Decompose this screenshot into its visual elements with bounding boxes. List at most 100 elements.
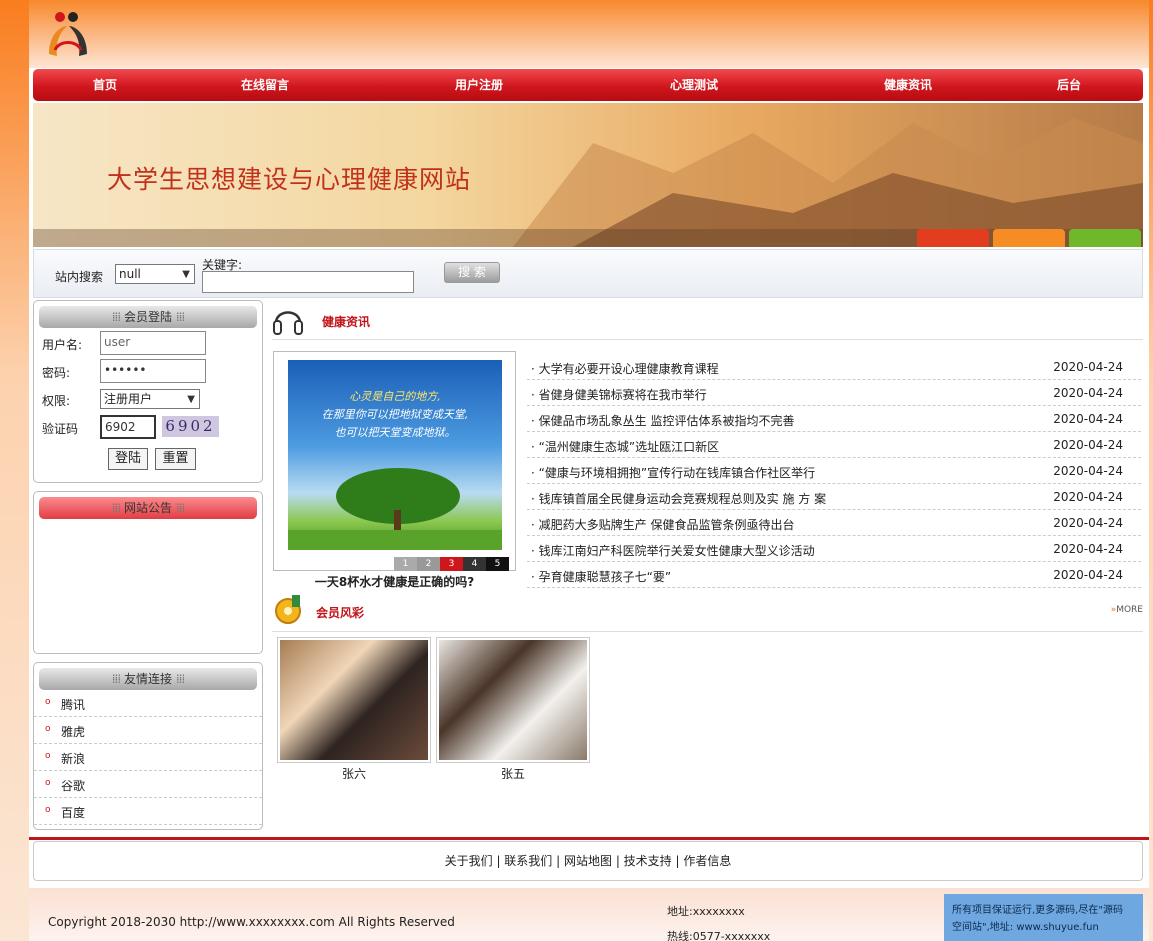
banner: 大学生思想建设与心理健康网站 bbox=[33, 103, 1143, 247]
login-button[interactable]: 登陆 bbox=[108, 448, 148, 470]
news-title[interactable]: · “温州健康生态城”选址瓯江口新区 bbox=[531, 438, 719, 455]
news-row[interactable]: · 减肥药大多贴牌生产 保健食品监管条例亟待出台 2020-04-24 bbox=[527, 510, 1141, 536]
footer-links: 关于我们 | 联系我们 | 网站地图 | 技术支持 | 作者信息 bbox=[33, 841, 1143, 881]
news-row[interactable]: · 保健品市场乱象丛生 监控评估体系被指均不完善 2020-04-24 bbox=[527, 406, 1141, 432]
slide-page-button[interactable]: 5 bbox=[486, 557, 509, 571]
notice-box-title: ⁞⁞⁞ 网站公告 ⁞⁞⁞ bbox=[39, 497, 257, 519]
source-ad-box[interactable]: 所有项目保证运行,更多源码,尽在"源码 空间站",地址: www.shuyue.… bbox=[944, 894, 1143, 941]
footer-divider bbox=[29, 837, 1149, 840]
news-date: 2020-04-24 bbox=[1053, 412, 1123, 426]
address-value: xxxxxxxx bbox=[692, 905, 745, 918]
news-title[interactable]: · 孕育健康聪慧孩子七“要” bbox=[531, 568, 671, 585]
keyword-input[interactable] bbox=[202, 271, 414, 293]
news-date: 2020-04-24 bbox=[1053, 490, 1123, 504]
page: 首页 在线留言 用户注册 心理测试 健康资讯 后台 大学生思想建设与心理健康网站… bbox=[29, 0, 1149, 941]
search-scope-value: null bbox=[119, 267, 141, 281]
search-button[interactable]: 搜 索 bbox=[444, 262, 500, 283]
news-title[interactable]: · 省健身健美锦标赛将在我市举行 bbox=[531, 386, 707, 403]
news-row[interactable]: · 省健身健美锦标赛将在我市举行 2020-04-24 bbox=[527, 380, 1141, 406]
username-input[interactable]: user bbox=[100, 331, 206, 355]
dots-icon: ⁞⁞⁞ bbox=[111, 310, 122, 324]
friend-link[interactable]: o 谷歌 bbox=[34, 771, 262, 798]
chevron-down-icon: ▼ bbox=[182, 269, 190, 280]
password-input[interactable]: •••••• bbox=[100, 359, 206, 383]
password-label: 密码: bbox=[42, 366, 71, 380]
news-row[interactable]: · 钱库江南妇产科医院举行关爱女性健康大型义诊活动 2020-04-24 bbox=[527, 536, 1141, 562]
nav-health-news[interactable]: 健康资讯 bbox=[884, 69, 932, 101]
news-row[interactable]: · “温州健康生态城”选址瓯江口新区 2020-04-24 bbox=[527, 432, 1141, 458]
feature-slideshow[interactable]: 心灵是自己的地方, 在那里你可以把地狱变成天堂, 也可以把天堂变成地狱。 1 2… bbox=[273, 351, 516, 571]
health-news-header: 健康资讯 bbox=[272, 300, 1143, 340]
friend-link-label[interactable]: 新浪 bbox=[61, 750, 85, 767]
feature-caption[interactable]: 一天8杯水才健康是正确的吗? bbox=[273, 573, 516, 590]
nav-home[interactable]: 首页 bbox=[93, 69, 117, 101]
news-row[interactable]: · 孕育健康聪慧孩子七“要” 2020-04-24 bbox=[527, 562, 1141, 588]
slide-page-button[interactable]: 4 bbox=[463, 557, 486, 571]
friend-link-label[interactable]: 雅虎 bbox=[61, 723, 85, 740]
site-search-label: 站内搜索 bbox=[55, 270, 104, 284]
footer-link-about[interactable]: 关于我们 bbox=[445, 854, 493, 868]
login-title-text: 会员登陆 bbox=[123, 310, 172, 324]
bullet-icon: o bbox=[45, 805, 51, 815]
footer-separator: | bbox=[492, 854, 505, 868]
nav-admin[interactable]: 后台 bbox=[1057, 69, 1081, 101]
notice-box: ⁞⁞⁞ 网站公告 ⁞⁞⁞ bbox=[33, 491, 263, 654]
banner-tab-green bbox=[1069, 229, 1141, 247]
more-link-label[interactable]: MORE bbox=[1116, 605, 1143, 615]
member-name[interactable]: 张六 bbox=[277, 765, 431, 782]
slide-page-button[interactable]: 3 bbox=[440, 557, 463, 571]
members-title[interactable]: 会员风彩 bbox=[316, 604, 364, 621]
friend-link[interactable]: o 雅虎 bbox=[34, 717, 262, 744]
footer-link-support[interactable]: 技术支持 bbox=[624, 854, 672, 868]
nav-psych-test[interactable]: 心理测试 bbox=[670, 69, 718, 101]
banner-tab-orange bbox=[993, 229, 1065, 247]
bullet-icon: o bbox=[45, 724, 51, 734]
friend-link[interactable]: o 百度 bbox=[34, 798, 262, 825]
hotline-label: 热线: bbox=[667, 930, 693, 941]
banner-title: 大学生思想建设与心理健康网站 bbox=[107, 165, 472, 194]
news-title[interactable]: · 保健品市场乱象丛生 监控评估体系被指均不完善 bbox=[531, 412, 794, 429]
member-name[interactable]: 张五 bbox=[436, 765, 590, 782]
friend-link[interactable]: o 腾讯 bbox=[34, 690, 262, 717]
news-date: 2020-04-24 bbox=[1053, 386, 1123, 400]
slide-page-button[interactable]: 1 bbox=[394, 557, 417, 571]
news-title[interactable]: · 钱库镇首届全民健身运动会竞赛规程总则及实 施 方 案 bbox=[531, 490, 826, 507]
more-link[interactable]: »MORE bbox=[1111, 605, 1143, 615]
news-title[interactable]: · “健康与环境相拥抱”宣传行动在钱库镇合作社区举行 bbox=[531, 464, 815, 481]
nav-register[interactable]: 用户注册 bbox=[455, 69, 503, 101]
friend-links-title-text: 友情连接 bbox=[123, 672, 172, 686]
captcha-image[interactable]: 6902 bbox=[162, 416, 219, 437]
member-photo[interactable] bbox=[436, 637, 590, 763]
reset-button[interactable]: 重置 bbox=[155, 448, 196, 470]
friend-link-label[interactable]: 腾讯 bbox=[61, 696, 85, 713]
news-title[interactable]: · 减肥药大多贴牌生产 保健食品监管条例亟待出台 bbox=[531, 516, 794, 533]
news-title[interactable]: · 大学有必要开设心理健康教育课程 bbox=[531, 360, 719, 377]
news-title[interactable]: · 钱库江南妇产科医院举行关爱女性健康大型义诊活动 bbox=[531, 542, 815, 559]
dots-icon: ⁞⁞⁞ bbox=[175, 672, 186, 686]
friend-link-label[interactable]: 百度 bbox=[61, 804, 85, 821]
footer-link-author[interactable]: 作者信息 bbox=[683, 854, 731, 868]
member-photo[interactable] bbox=[277, 637, 431, 763]
news-date: 2020-04-24 bbox=[1053, 542, 1123, 556]
news-row[interactable]: · “健康与环境相拥抱”宣传行动在钱库镇合作社区举行 2020-04-24 bbox=[527, 458, 1141, 484]
health-news-title[interactable]: 健康资讯 bbox=[322, 313, 370, 330]
friend-link-label[interactable]: 谷歌 bbox=[61, 777, 85, 794]
news-row[interactable]: · 钱库镇首届全民健身运动会竞赛规程总则及实 施 方 案 2020-04-24 bbox=[527, 484, 1141, 510]
footer-link-sitemap[interactable]: 网站地图 bbox=[564, 854, 612, 868]
captcha-input[interactable]: 6902 bbox=[100, 415, 156, 439]
friend-link[interactable]: o 新浪 bbox=[34, 744, 262, 771]
news-date: 2020-04-24 bbox=[1053, 464, 1123, 478]
site-logo-icon[interactable] bbox=[43, 6, 93, 62]
copyright-text: Copyright 2018-2030 http://www.xxxxxxxx.… bbox=[48, 915, 455, 929]
slide-page-button[interactable]: 2 bbox=[417, 557, 440, 571]
headphones-icon bbox=[272, 301, 304, 337]
search-scope-select[interactable]: null ▼ bbox=[115, 264, 195, 284]
footer-link-contact[interactable]: 联系我们 bbox=[504, 854, 552, 868]
news-row[interactable]: · 大学有必要开设心理健康教育课程 2020-04-24 bbox=[527, 354, 1141, 380]
role-select[interactable]: 注册用户 ▼ bbox=[100, 389, 200, 409]
address-label: 地址: bbox=[667, 905, 693, 918]
login-box: ⁞⁞⁞ 会员登陆 ⁞⁞⁞ 用户名: user 密码: •••••• 权限: 注册… bbox=[33, 300, 263, 483]
login-box-title: ⁞⁞⁞ 会员登陆 ⁞⁞⁞ bbox=[39, 306, 257, 328]
nav-message[interactable]: 在线留言 bbox=[241, 69, 289, 101]
address-text: 地址:xxxxxxxx bbox=[667, 903, 745, 919]
